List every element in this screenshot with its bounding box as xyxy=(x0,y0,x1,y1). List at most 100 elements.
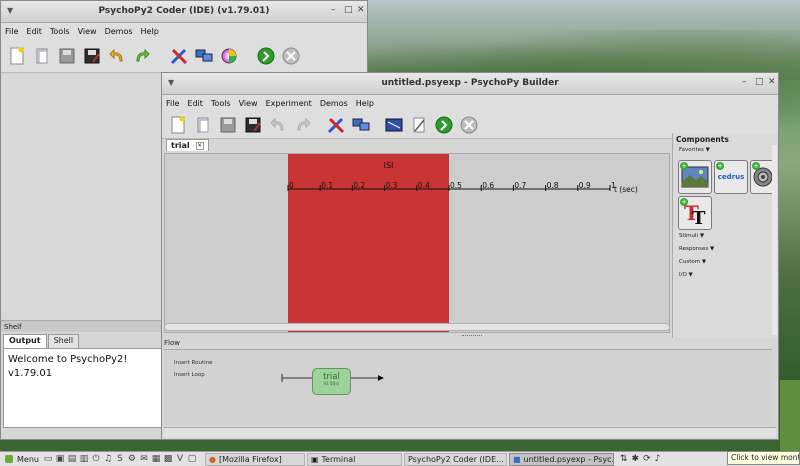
task-builder[interactable]: ■ untitled.psyexp - Psyc... xyxy=(508,452,614,466)
volume-icon[interactable]: ♪ xyxy=(655,454,661,464)
components-scrollbar[interactable] xyxy=(772,145,777,335)
task-terminal[interactable]: ▣ Terminal xyxy=(306,452,402,466)
bluetooth-icon[interactable]: ✱ xyxy=(632,454,640,464)
taskbar: Menu ▭ ▣ ▤ ▥ ⏻ ♫ S ⚙ ✉ ▦ ▩ V ▢ ● [Mozill… xyxy=(0,451,800,466)
desktop-wallpaper-grass xyxy=(780,380,800,452)
maximize-icon[interactable]: □ xyxy=(344,5,353,15)
menu-tools[interactable]: Tools xyxy=(50,27,70,36)
routine-horizontal-scrollbar[interactable] xyxy=(164,323,670,331)
routine-timeline-area[interactable]: ISI 0 0.1 0.2 0.3 0.4 0.5 0.6 0.7 0.8 0.9 1 t (sec) xyxy=(164,153,670,333)
skype-icon[interactable]: S xyxy=(115,454,125,464)
minimize-icon[interactable]: – xyxy=(331,5,336,15)
quick-launch: ▭ ▣ ▤ ▥ ⏻ ♫ S ⚙ ✉ ▦ ▩ V ▢ xyxy=(43,454,199,464)
menu-edit[interactable]: Edit xyxy=(26,27,42,36)
insert-routine-button[interactable]: Insert Routine xyxy=(174,360,213,366)
builder-window[interactable]: ▼ untitled.psyexp - PsychoPy Builder – □… xyxy=(161,72,779,440)
category-io[interactable]: I/O ▼ xyxy=(673,272,778,278)
time-axis-tick-label: 0.7 xyxy=(514,181,526,190)
document-icon[interactable]: ▢ xyxy=(187,454,197,464)
menu-tools[interactable]: Tools xyxy=(211,99,231,108)
terminal-launcher-icon[interactable]: ▣ xyxy=(55,454,65,464)
network-icon[interactable]: ⇅ xyxy=(620,454,628,464)
menu-experiment[interactable]: Experiment xyxy=(266,99,312,108)
start-menu-button[interactable]: Menu xyxy=(0,454,43,464)
trash-icon[interactable]: ▥ xyxy=(79,454,89,464)
menu-demos[interactable]: Demos xyxy=(320,99,348,108)
time-axis-tick-label: 0.3 xyxy=(386,181,398,190)
run-script-icon[interactable] xyxy=(256,46,276,66)
stop-script-icon[interactable] xyxy=(281,46,301,66)
output-line: Welcome to PsychoPy2! xyxy=(8,354,128,365)
music-icon[interactable]: ♫ xyxy=(103,454,113,464)
vim-icon[interactable]: V xyxy=(175,454,185,464)
category-favorites[interactable]: Favorites ▼ xyxy=(673,147,778,153)
new-file-icon[interactable] xyxy=(168,115,188,135)
category-custom[interactable]: Custom ▼ xyxy=(673,259,778,265)
text-component-button[interactable]: + TT xyxy=(678,196,712,230)
flow-panel[interactable]: Insert Routine Insert Loop trial (0.50s) xyxy=(164,349,772,425)
save-icon[interactable] xyxy=(218,115,238,135)
menu-file[interactable]: File xyxy=(5,27,18,36)
undo-icon[interactable] xyxy=(107,46,127,66)
show-desktop-icon[interactable]: ▭ xyxy=(43,454,53,464)
new-file-icon[interactable] xyxy=(7,46,27,66)
monitor-center-icon[interactable] xyxy=(194,46,214,66)
power-icon[interactable]: ⏻ xyxy=(91,454,101,464)
coder-titlebar[interactable]: ▼ PsychoPy2 Coder (IDE) (v1.79.01) – □ ✕ xyxy=(1,1,367,23)
file-manager-icon[interactable]: ▤ xyxy=(67,454,77,464)
flow-routine-trial[interactable]: trial (0.50s) xyxy=(312,368,351,395)
menu-help[interactable]: Help xyxy=(356,99,374,108)
undo-icon xyxy=(268,115,288,135)
preferences-tools-icon[interactable] xyxy=(326,115,346,135)
monitor-icon[interactable]: ▩ xyxy=(163,454,173,464)
save-as-icon[interactable] xyxy=(243,115,263,135)
add-icon: + xyxy=(716,162,724,170)
menu-demos[interactable]: Demos xyxy=(105,27,133,36)
image-viewer-icon[interactable]: ▦ xyxy=(151,454,161,464)
open-file-icon[interactable] xyxy=(32,46,52,66)
maximize-icon[interactable]: □ xyxy=(755,77,764,87)
settings-icon[interactable]: ⚙ xyxy=(127,454,137,464)
pane-splitter[interactable] xyxy=(462,335,482,338)
close-tab-icon[interactable]: × xyxy=(195,141,204,150)
tab-shell[interactable]: Shell xyxy=(47,334,80,348)
cedrus-component-button[interactable]: + cedrus xyxy=(714,160,748,194)
save-as-icon[interactable] xyxy=(82,46,102,66)
close-icon[interactable]: ✕ xyxy=(768,77,776,87)
output-panel[interactable]: Welcome to PsychoPy2! v1.79.01 xyxy=(3,348,163,428)
tab-trial[interactable]: trial × xyxy=(166,139,209,151)
menu-file[interactable]: File xyxy=(166,99,179,108)
task-coder[interactable]: PsychoPy2 Coder (IDE... xyxy=(403,452,507,466)
save-icon[interactable] xyxy=(57,46,77,66)
minimize-icon[interactable]: – xyxy=(742,77,747,87)
tab-output[interactable]: Output xyxy=(3,334,47,348)
menu-help[interactable]: Help xyxy=(141,27,159,36)
monitor-center-icon[interactable] xyxy=(351,115,371,135)
color-picker-icon[interactable] xyxy=(219,46,239,66)
tab-trial-label: trial xyxy=(171,141,190,150)
category-responses[interactable]: Responses ▼ xyxy=(673,246,778,252)
redo-icon[interactable] xyxy=(132,46,152,66)
builder-menubar: File Edit Tools View Experiment Demos He… xyxy=(162,95,778,111)
task-firefox[interactable]: ● [Mozilla Firefox] xyxy=(204,452,305,466)
mint-logo-icon xyxy=(5,455,13,463)
category-stimuli[interactable]: Stimuli ▼ xyxy=(673,233,778,239)
menu-edit[interactable]: Edit xyxy=(187,99,203,108)
insert-loop-button[interactable]: Insert Loop xyxy=(174,372,205,378)
experiment-settings-icon[interactable] xyxy=(384,115,404,135)
update-icon[interactable]: ⟳ xyxy=(643,454,651,464)
run-experiment-icon[interactable] xyxy=(434,115,454,135)
menu-view[interactable]: View xyxy=(239,99,258,108)
menu-view[interactable]: View xyxy=(78,27,97,36)
builder-titlebar[interactable]: ▼ untitled.psyexp - PsychoPy Builder – □… xyxy=(162,73,778,95)
add-icon: + xyxy=(680,198,688,206)
close-icon[interactable]: ✕ xyxy=(357,5,365,15)
stop-experiment-icon[interactable] xyxy=(459,115,479,135)
image-component-button[interactable]: + xyxy=(678,160,712,194)
email-icon[interactable]: ✉ xyxy=(139,454,149,464)
preferences-tools-icon[interactable] xyxy=(169,46,189,66)
compile-script-icon[interactable] xyxy=(409,115,429,135)
builder-title: untitled.psyexp - PsychoPy Builder xyxy=(381,78,559,88)
start-menu-label: Menu xyxy=(17,454,39,464)
open-file-icon[interactable] xyxy=(193,115,213,135)
